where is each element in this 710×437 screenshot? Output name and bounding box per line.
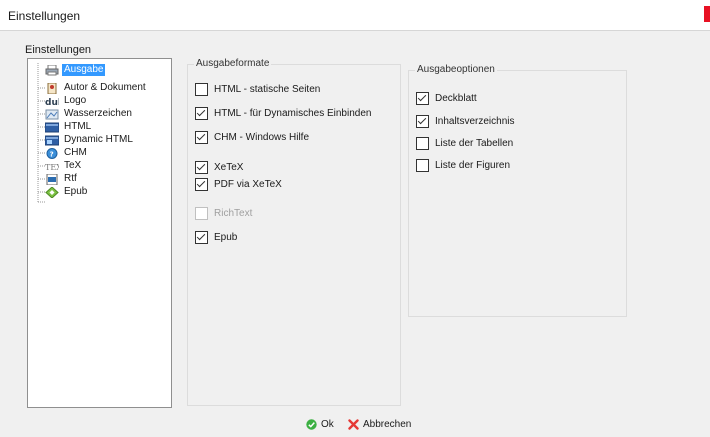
close-button[interactable] <box>704 6 710 22</box>
ok-button[interactable]: Ok <box>306 419 334 430</box>
option-label: Inhaltsverzeichnis <box>435 116 515 127</box>
tree-item-logo[interactable]: dub Logo <box>45 95 88 107</box>
tex-icon: TEX <box>45 163 59 172</box>
tree-item-html[interactable]: HTML <box>45 121 93 133</box>
chm-help-icon: ? <box>46 147 58 159</box>
checkbox[interactable] <box>195 231 208 244</box>
format-option-pdf-xetex[interactable]: PDF via XeTeX <box>195 178 282 191</box>
svg-text:TEX: TEX <box>45 163 59 172</box>
html-icon <box>45 122 59 132</box>
checkbox[interactable] <box>416 159 429 172</box>
option-label: HTML - für Dynamisches Einbinden <box>214 108 372 119</box>
output-formats-title: Ausgabeformate <box>194 58 272 69</box>
option-label: Epub <box>214 232 238 243</box>
tree-item-label: CHM <box>64 147 87 158</box>
rtf-icon <box>46 173 58 185</box>
output-option-deckblatt[interactable]: Deckblatt <box>416 92 477 105</box>
document-icon <box>47 82 57 94</box>
format-option-richtext: RichText <box>195 207 252 220</box>
checkbox[interactable] <box>416 137 429 150</box>
tree-item-label: Dynamic HTML <box>64 134 133 145</box>
tree-item-label: Wasserzeichen <box>64 108 132 119</box>
format-option-epub[interactable]: Epub <box>195 231 237 244</box>
tree-item-autor-dokument[interactable]: Autor & Dokument <box>45 82 148 94</box>
tree-item-label: TeX <box>64 160 82 171</box>
tree-item-label: Rtf <box>64 173 77 184</box>
watermark-icon <box>45 109 59 119</box>
window-title: Einstellungen <box>8 9 81 23</box>
cancel-label: Abbrechen <box>363 419 412 430</box>
option-label: XeTeX <box>214 162 244 173</box>
tree-item-label: Autor & Dokument <box>64 82 146 93</box>
option-label: Liste der Tabellen <box>435 138 514 149</box>
format-option-xetex[interactable]: XeTeX <box>195 161 243 174</box>
option-label: HTML - statische Seiten <box>214 84 321 95</box>
option-label: PDF via XeTeX <box>214 179 282 190</box>
title-bar: Einstellungen <box>0 0 710 31</box>
tree-item-label: HTML <box>64 121 92 132</box>
output-option-liste-figuren[interactable]: Liste der Figuren <box>416 159 510 172</box>
output-formats-group: Ausgabeformate HTML - statische Seiten H… <box>187 58 401 406</box>
tree-item-label: Ausgabe <box>62 64 106 76</box>
checkbox[interactable] <box>195 161 208 174</box>
dynamic-html-icon <box>45 135 59 145</box>
option-label: Liste der Figuren <box>435 160 511 171</box>
output-options-group: Ausgabeoptionen Deckblatt Inhaltsverzeic… <box>408 64 627 317</box>
checkbox[interactable] <box>195 131 208 144</box>
format-option-html-static[interactable]: HTML - statische Seiten <box>195 83 320 96</box>
tree-item-rtf[interactable]: Rtf <box>45 173 79 185</box>
check-circle-icon <box>306 419 317 430</box>
settings-tree[interactable]: Ausgabe Autor & Dokument dub Logo Wasser… <box>27 58 172 408</box>
output-option-liste-tabellen[interactable]: Liste der Tabellen <box>416 137 513 150</box>
printer-icon <box>45 64 59 75</box>
tree-item-ausgabe[interactable]: Ausgabe <box>45 64 106 76</box>
checkbox[interactable] <box>416 92 429 105</box>
option-label: Deckblatt <box>435 93 477 104</box>
checkbox <box>195 207 208 220</box>
ok-label: Ok <box>321 419 334 430</box>
format-option-html-dynamic[interactable]: HTML - für Dynamisches Einbinden <box>195 107 371 120</box>
option-label: RichText <box>214 208 253 219</box>
svg-text:?: ? <box>50 150 54 158</box>
settings-section-label: Einstellungen <box>25 44 92 56</box>
format-option-chm[interactable]: CHM - Windows Hilfe <box>195 131 309 144</box>
tree-item-tex[interactable]: TEX TeX <box>45 160 83 172</box>
option-label: CHM - Windows Hilfe <box>214 132 310 143</box>
logo-icon: dub <box>45 98 59 107</box>
output-option-inhaltsverzeichnis[interactable]: Inhaltsverzeichnis <box>416 115 514 128</box>
checkbox[interactable] <box>195 178 208 191</box>
tree-item-dynamic-html[interactable]: Dynamic HTML <box>45 134 135 146</box>
tree-item-chm[interactable]: ? CHM <box>45 147 89 159</box>
checkbox[interactable] <box>416 115 429 128</box>
checkbox[interactable] <box>195 83 208 96</box>
cancel-x-icon <box>348 419 359 430</box>
tree-item-epub[interactable]: Epub <box>45 186 89 198</box>
output-options-title: Ausgabeoptionen <box>415 64 497 75</box>
tree-item-label: Epub <box>64 186 88 197</box>
tree-item-label: Logo <box>64 95 87 106</box>
epub-icon <box>45 186 59 198</box>
tree-item-wasserzeichen[interactable]: Wasserzeichen <box>45 108 134 120</box>
dialog-footer: Ok Abbrechen <box>0 414 710 437</box>
svg-text:dub: dub <box>45 98 59 107</box>
checkbox[interactable] <box>195 107 208 120</box>
cancel-button[interactable]: Abbrechen <box>348 419 411 430</box>
